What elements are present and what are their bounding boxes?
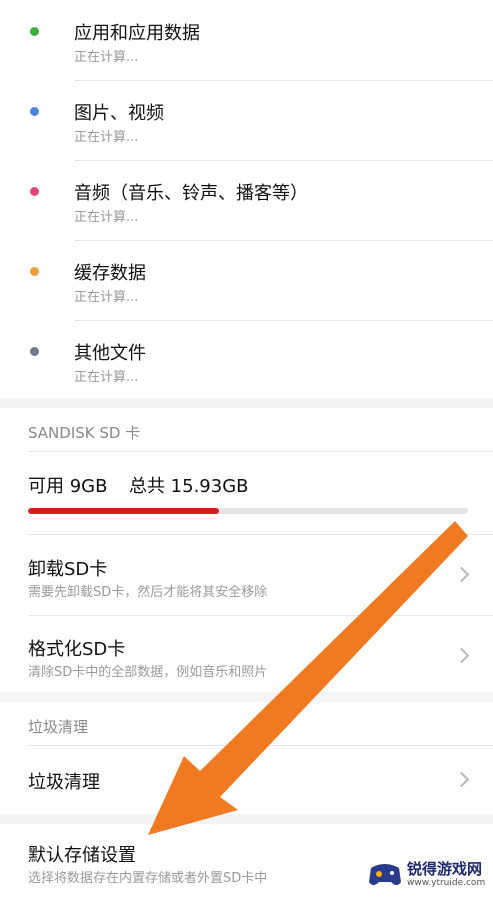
trash-cleanup-title: 垃圾清理: [28, 772, 100, 793]
audio-color-dot: [30, 187, 39, 196]
sd-section-header: SANDISK SD 卡: [28, 424, 141, 442]
category-images-videos[interactable]: 图片、视频 正在计算...: [0, 80, 493, 160]
sd-usage-bar: [28, 508, 468, 514]
category-status: 正在计算...: [74, 290, 139, 305]
default-storage-subtitle: 选择将数据存在内置存储或者外置SD卡中: [28, 871, 268, 886]
category-label: 音频（音乐、铃声、播客等）: [74, 183, 308, 204]
unmount-subtitle: 需要先卸载SD卡，然后才能将其安全移除: [28, 585, 268, 600]
category-status: 正在计算...: [74, 130, 139, 145]
trash-cleanup-row[interactable]: 垃圾清理: [0, 746, 493, 814]
unmount-title: 卸载SD卡: [28, 559, 108, 580]
gamepad-logo-icon: [369, 864, 401, 885]
apps-color-dot: [30, 27, 39, 36]
chevron-right-icon: [453, 647, 470, 664]
category-other-files[interactable]: 其他文件 正在计算...: [0, 320, 493, 400]
storage-categories-card: 应用和应用数据 正在计算... 图片、视频 正在计算... 音频（音乐、铃声、播…: [0, 0, 493, 398]
unmount-sd-row[interactable]: 卸载SD卡 需要先卸载SD卡，然后才能将其安全移除: [0, 535, 493, 615]
divider: [28, 451, 493, 452]
available-space: 可用 9GB: [28, 476, 108, 497]
chevron-right-icon: [453, 566, 470, 583]
category-label: 应用和应用数据: [74, 23, 200, 44]
cache-color-dot: [30, 267, 39, 276]
total-space: 总共 15.93GB: [128, 476, 249, 497]
trash-section-header: 垃圾清理: [28, 718, 89, 736]
site-watermark: 锐得游戏网 www.ytruide.com: [367, 856, 493, 896]
watermark-url: www.ytruide.com: [407, 878, 486, 888]
category-status: 正在计算...: [74, 50, 139, 65]
format-sd-row[interactable]: 格式化SD卡 清除SD卡中的全部数据，例如音乐和照片: [0, 616, 493, 692]
category-status: 正在计算...: [74, 370, 139, 385]
category-label: 其他文件: [74, 343, 146, 364]
other-color-dot: [30, 347, 39, 356]
chevron-right-icon: [453, 771, 470, 788]
category-cache[interactable]: 缓存数据 正在计算...: [0, 240, 493, 320]
format-title: 格式化SD卡: [28, 639, 126, 660]
category-audio[interactable]: 音频（音乐、铃声、播客等） 正在计算...: [0, 160, 493, 240]
category-status: 正在计算...: [74, 210, 139, 225]
default-storage-title: 默认存储设置: [28, 845, 136, 866]
sd-usage-fill: [28, 508, 220, 514]
category-label: 缓存数据: [74, 263, 146, 284]
sd-capacity-text: 可用 9GB 总共 15.93GB: [28, 472, 249, 498]
category-apps[interactable]: 应用和应用数据 正在计算...: [0, 0, 493, 80]
watermark-name: 锐得游戏网: [407, 860, 483, 878]
category-label: 图片、视频: [74, 103, 164, 124]
format-subtitle: 清除SD卡中的全部数据，例如音乐和照片: [28, 665, 268, 680]
images-color-dot: [30, 107, 39, 116]
